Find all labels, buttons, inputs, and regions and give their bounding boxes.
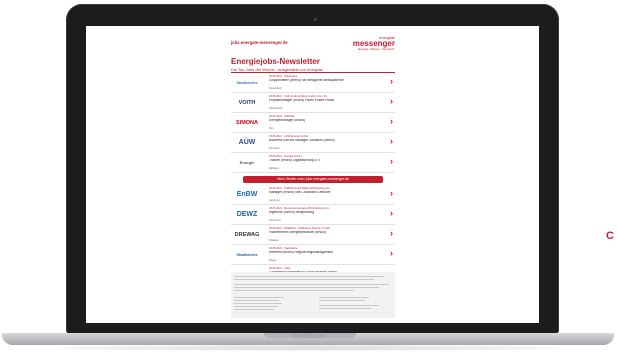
footer-text-line xyxy=(234,303,282,304)
chevron-right-icon[interactable]: › xyxy=(390,249,393,258)
webcam xyxy=(314,18,317,21)
newsletter-footer xyxy=(231,272,395,318)
job-list-item[interactable]: AÜW 25.05.2021 · AÜW Energie GmbH Busine… xyxy=(231,133,395,153)
chevron-right-icon[interactable]: › xyxy=(390,189,393,198)
job-location: Kirn xyxy=(269,127,274,130)
job-location: Hamburg xyxy=(269,199,280,202)
job-list-item[interactable]: Energie 25.05.2021 · Energie GmbH Traine… xyxy=(231,153,395,173)
job-meta: 25.05.2021 · DREWAG · Stadtwerke Dresden… xyxy=(269,227,330,230)
job-title[interactable]: Business Service Manager Solutions (m/w/… xyxy=(269,139,379,143)
newsletter-title: Energiejobs-Newsletter xyxy=(231,57,320,66)
company-logo: EnBW xyxy=(236,191,258,198)
brand-logo[interactable]: energate messenger Energie. Wissen. Netz… xyxy=(353,36,395,51)
footer-text-line xyxy=(234,297,284,298)
company-logo: VOITH xyxy=(238,99,256,106)
company-logo: SIMONA xyxy=(236,119,258,126)
job-meta: 25.05.2021 · Voith Hydro Holding GmbH & … xyxy=(269,95,328,98)
footer-text-line xyxy=(234,287,379,288)
job-list-item[interactable]: DREWAG 25.05.2021 · DREWAG · Stadtwerke … xyxy=(231,225,395,245)
chevron-right-icon[interactable]: › xyxy=(390,209,393,218)
job-meta: 25.05.2021 · AÜW Energie GmbH xyxy=(269,135,309,138)
footer-text-line xyxy=(319,300,365,301)
chevron-right-icon[interactable]: › xyxy=(390,77,393,86)
laptop-mockup: jobs.energate-messenger.de energate mess… xyxy=(0,0,618,357)
job-list-item[interactable]: Stadtwerke 25.05.2021 · Stadtwerke Refer… xyxy=(231,245,395,265)
footer-text-line xyxy=(234,276,384,277)
page-edge-glyph: C xyxy=(606,230,614,242)
footer-text-line xyxy=(319,308,371,309)
job-title[interactable]: Manager (m/w/d) Site Conditions Offshore xyxy=(269,191,379,195)
footer-text-line xyxy=(234,306,278,307)
brand-tagline: Energie. Wissen. Netzwerk. xyxy=(358,47,395,51)
company-logo: DREWAG xyxy=(234,231,260,238)
job-meta: 25.05.2021 · Energie GmbH xyxy=(269,155,302,158)
job-title[interactable]: Gruppenleiter (w/m/d) für Intelligente M… xyxy=(269,79,379,83)
job-location: Heidenheim xyxy=(269,107,283,110)
job-list-item[interactable]: VOITH 25.05.2021 · Voith Hydro Holding G… xyxy=(231,93,395,113)
job-list-item[interactable]: DEWZ 25.05.2021 · Deutsches Energie-Wirt… xyxy=(231,205,395,225)
company-logo: DEWZ xyxy=(236,211,258,218)
chevron-right-icon[interactable]: › xyxy=(390,97,393,106)
job-title[interactable]: Fachreferent Energiewirtschaft (m/w/d) xyxy=(269,231,379,235)
job-meta: 25.05.2021 · SIMONA xyxy=(269,115,295,118)
job-title[interactable]: Trainee (m/w/d) Digitalisierung & IT xyxy=(269,159,379,163)
job-title[interactable]: Energiemanager (m/w/d) xyxy=(269,119,379,123)
footer-text-line xyxy=(234,290,354,291)
footer-text-line xyxy=(319,305,379,306)
laptop-shadow xyxy=(60,345,560,351)
chevron-right-icon[interactable]: › xyxy=(390,137,393,146)
footer-text-line xyxy=(234,309,274,310)
company-logo: AÜW xyxy=(238,139,256,146)
chevron-right-icon[interactable]: › xyxy=(390,157,393,166)
chevron-right-icon[interactable]: › xyxy=(390,117,393,126)
job-location: Dortmund xyxy=(269,219,281,222)
footer-text-line xyxy=(319,297,369,298)
device-brand-label: MacBook xyxy=(292,333,326,340)
job-meta: 25.05.2021 · Stadtwerke xyxy=(269,75,298,78)
more-jobs-button[interactable]: Mehr Stellen unter jobs.energate-messeng… xyxy=(243,176,383,183)
company-logo: Energie xyxy=(239,160,255,165)
job-meta: 25.05.2021 · EnBW Energie Baden-Württemb… xyxy=(269,187,330,190)
chevron-right-icon[interactable]: › xyxy=(390,229,393,238)
footer-text-line xyxy=(234,279,374,280)
job-list-item[interactable]: SIMONA 25.05.2021 · SIMONA Energiemanage… xyxy=(231,113,395,133)
job-title[interactable]: Referent (m/w/d) Regulierungsmanagement xyxy=(269,251,379,255)
job-title[interactable]: Ingenieur (m/w/d) Netzplanung xyxy=(269,211,379,215)
job-meta: 25.05.2021 · Solar xyxy=(269,267,291,270)
newsletter-header: jobs.energate-messenger.de energate mess… xyxy=(231,36,395,52)
job-meta: 25.05.2021 · Stadtwerke xyxy=(269,247,298,250)
newsletter-page: jobs.energate-messenger.de energate mess… xyxy=(229,26,397,323)
job-location: Essen xyxy=(269,259,277,262)
job-title[interactable]: Projektmanager (m/w/d) Hydro Power Plant… xyxy=(269,99,379,103)
company-logo: Stadtwerke xyxy=(236,80,258,85)
job-list-item[interactable]: Stadtwerke 25.05.2021 · Stadtwerke Grupp… xyxy=(231,73,395,93)
laptop-screen: jobs.energate-messenger.de energate mess… xyxy=(86,26,539,323)
job-location: Düsseldorf xyxy=(269,87,282,90)
job-location: Dresden xyxy=(269,239,279,242)
job-meta: 25.05.2021 · Deutsches Energie-Wirtschaf… xyxy=(269,207,330,210)
job-location: Ettlingen xyxy=(269,167,280,170)
job-list: Stadtwerke 25.05.2021 · Stadtwerke Grupp… xyxy=(231,73,395,285)
job-location: Kempten xyxy=(269,147,280,150)
footer-text-line xyxy=(234,284,389,285)
job-list-item[interactable]: EnBW 25.05.2021 · EnBW Energie Baden-Wür… xyxy=(231,185,395,205)
newsletter-url-link[interactable]: jobs.energate-messenger.de xyxy=(231,40,288,45)
footer-text-line xyxy=(234,300,279,301)
company-logo: Stadtwerke xyxy=(236,252,258,257)
